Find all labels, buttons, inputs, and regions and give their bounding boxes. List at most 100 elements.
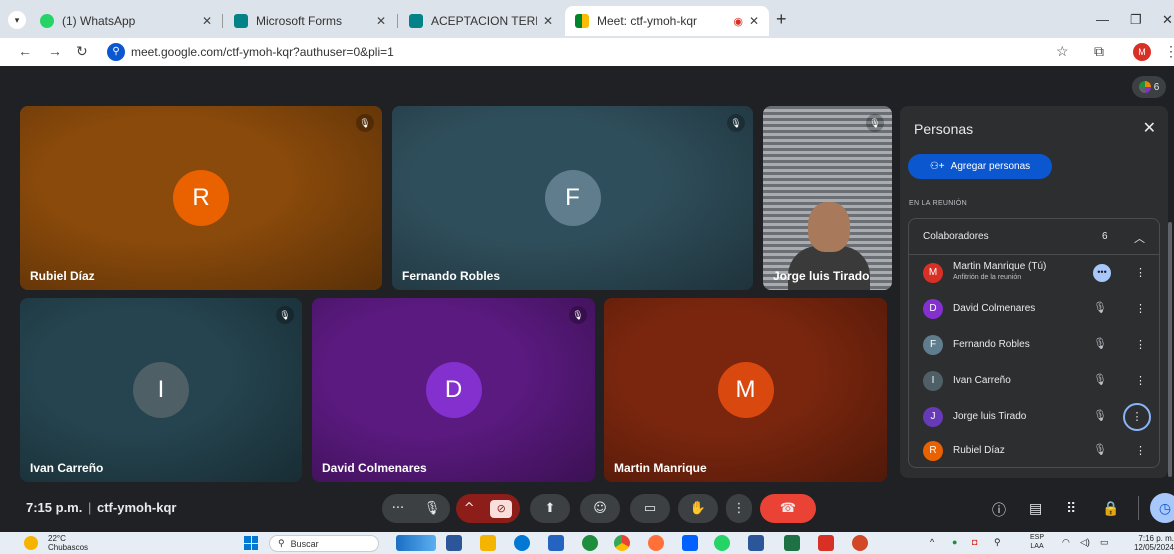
taskbar-search[interactable]: ⚲ Buscar — [269, 535, 379, 552]
reactions-button[interactable]: ☺ — [580, 494, 620, 523]
more-options-button[interactable]: ⋮ — [726, 494, 752, 523]
store-icon[interactable] — [548, 535, 564, 551]
edge-icon[interactable] — [514, 535, 530, 551]
activities-icon[interactable]: ⠿ — [1066, 500, 1076, 517]
chevron-up-icon[interactable]: ^ — [464, 501, 475, 516]
whatsapp-taskbar-icon[interactable] — [714, 535, 730, 551]
participant-avatar: I — [133, 362, 189, 418]
restore-icon[interactable]: ❐ — [1130, 12, 1142, 28]
microphone-icon[interactable]: 🎙 — [424, 501, 441, 516]
weather-widget[interactable]: 22°C Chubascos — [48, 534, 88, 552]
profile-avatar[interactable]: M — [1133, 43, 1151, 61]
browser-menu-icon[interactable]: ⋮ — [1164, 43, 1174, 60]
video-tile-david-colmenares[interactable]: 🎙 D David Colmenares — [312, 298, 595, 482]
more-options-icon[interactable]: ⋮ — [1135, 266, 1146, 279]
add-people-label: Agregar personas — [950, 161, 1031, 172]
muted-mic-icon: 🎙 — [866, 114, 884, 132]
chrome-icon[interactable] — [614, 535, 630, 551]
task-view-icon[interactable] — [446, 535, 462, 551]
host-controls-icon[interactable]: 🔒 — [1102, 500, 1119, 517]
more-options-icon[interactable]: ⋮ — [1135, 374, 1146, 387]
tab-whatsapp[interactable]: (1) WhatsApp ✕ — [30, 6, 222, 36]
video-tile-martin-manrique[interactable]: M Martin Manrique — [604, 298, 887, 482]
panel-scrollbar[interactable] — [1168, 222, 1172, 477]
meeting-info-icon[interactable]: ⓘ — [992, 500, 1006, 520]
tab-divider — [397, 14, 398, 28]
participant-row[interactable]: D David Colmenares 🎙 ⋮ — [909, 291, 1159, 327]
camera-control[interactable]: ^ ⊘ — [456, 494, 520, 523]
participant-row[interactable]: M Martin Manrique (Tú) Anfitrión de la r… — [909, 255, 1159, 291]
back-arrow-icon[interactable]: ← — [18, 43, 32, 59]
excel-icon[interactable] — [784, 535, 800, 551]
tab-search-chevron-icon[interactable]: ▾ — [8, 11, 26, 29]
close-panel-icon[interactable]: ✕ — [1143, 118, 1156, 138]
present-screen-button[interactable]: ⬆ — [530, 494, 570, 523]
windows-start-icon[interactable] — [244, 536, 258, 550]
bookmark-star-icon[interactable]: ☆ — [1056, 43, 1069, 60]
reload-icon[interactable]: ↻ — [76, 43, 88, 60]
video-tile-ivan-carreno[interactable]: 🎙 I Ivan Carreño — [20, 298, 302, 482]
extensions-icon[interactable]: ⧉ — [1094, 43, 1104, 60]
close-window-icon[interactable]: ✕ — [1162, 12, 1173, 28]
video-tile-fernando-robles[interactable]: 🎙 F Fernando Robles — [392, 106, 753, 290]
acrobat-icon[interactable] — [818, 535, 834, 551]
minimize-icon[interactable]: — — [1096, 12, 1109, 27]
battery-icon[interactable]: ▭ — [1100, 537, 1109, 548]
more-audio-options-icon[interactable]: ··· — [392, 501, 404, 516]
close-tab-icon[interactable]: ✕ — [543, 14, 553, 28]
wifi-icon[interactable]: ◠ — [1062, 537, 1070, 548]
participant-row[interactable]: I Ivan Carreño 🎙 ⋮ — [909, 363, 1159, 399]
leave-call-button[interactable]: ☎ — [760, 494, 816, 523]
tab-aceptacion-terminos[interactable]: ACEPTACION TERMINOS Y CON ✕ — [399, 6, 563, 36]
participant-row[interactable]: F Fernando Robles 🎙 ⋮ — [909, 327, 1159, 363]
dropbox-icon[interactable] — [682, 535, 698, 551]
word-icon[interactable] — [748, 535, 764, 551]
camera-off-icon[interactable]: ⊘ — [490, 499, 513, 518]
tray-usb-icon[interactable]: ⚲ — [994, 537, 1001, 548]
file-explorer-icon[interactable] — [480, 535, 496, 551]
participant-row[interactable]: R Rubiel Díaz 🎙 ⋮ — [909, 433, 1159, 469]
captions-button[interactable]: ▭ — [630, 494, 670, 523]
tab-microsoft-forms[interactable]: Microsoft Forms ✕ — [224, 6, 396, 36]
close-tab-icon[interactable]: ✕ — [202, 14, 212, 28]
widgets-landscape-icon[interactable] — [396, 535, 436, 551]
participant-row[interactable]: J Jorge luis Tirado 🎙 ⋮ — [909, 399, 1159, 435]
tray-shield-icon[interactable]: ◘ — [972, 537, 977, 547]
tray-app-icon[interactable]: ● — [952, 537, 957, 547]
edge-dev-icon[interactable] — [582, 535, 598, 551]
new-tab-button[interactable]: + — [776, 10, 787, 28]
site-info-icon[interactable]: ⚲ — [107, 43, 125, 61]
more-options-icon[interactable]: ⋮ — [1135, 338, 1146, 351]
tab-google-meet[interactable]: Meet: ctf-ymoh-kqr ◉ ✕ — [565, 6, 769, 36]
input-language[interactable]: ESP LAA — [1030, 533, 1044, 551]
video-tile-rubiel-diaz[interactable]: 🎙 R Rubiel Díaz — [20, 106, 382, 290]
more-options-icon[interactable]: ⋮ — [1135, 302, 1146, 315]
address-bar-url[interactable]: meet.google.com/ctf-ymoh-kqr?authuser=0&… — [131, 45, 394, 59]
system-clock[interactable]: 7:16 p. m. 12/05/2024 — [1124, 534, 1174, 552]
more-actions-icon[interactable]: ••• — [1093, 264, 1111, 282]
powerpoint-icon[interactable] — [852, 535, 868, 551]
firefox-icon[interactable] — [648, 535, 664, 551]
muted-mic-icon: 🎙 — [569, 306, 587, 324]
add-people-button[interactable]: ⚇+ Agregar personas — [908, 154, 1052, 179]
more-options-icon[interactable]: ⋮ — [1123, 403, 1151, 431]
raise-hand-button[interactable]: ✋ — [678, 494, 718, 523]
microphone-control[interactable]: ··· 🎙 — [382, 494, 450, 523]
participants-badge[interactable]: 6 — [1132, 76, 1166, 98]
volume-icon[interactable]: ◁) — [1080, 537, 1090, 548]
muted-mic-icon: 🎙 — [1093, 410, 1107, 422]
timer-icon[interactable]: ◷ — [1150, 493, 1174, 523]
close-tab-icon[interactable]: ✕ — [749, 14, 759, 28]
weather-icon[interactable] — [24, 536, 38, 550]
show-hidden-icons-chevron-icon[interactable]: ^ — [930, 537, 934, 547]
chat-icon[interactable]: ▤ — [1029, 500, 1042, 517]
participant-avatar: M — [923, 263, 943, 283]
chevron-up-icon[interactable]: ︿ — [1134, 230, 1145, 246]
video-tile-jorge-luis-tirado[interactable]: 🎙 Jorge luis Tirado — [763, 106, 892, 290]
more-options-icon[interactable]: ⋮ — [1135, 444, 1146, 457]
participant-name: Fernando Robles — [402, 269, 501, 283]
forward-arrow-icon[interactable]: → — [48, 43, 62, 59]
contributors-header[interactable]: Colaboradores 6 ︿ — [909, 219, 1159, 255]
close-tab-icon[interactable]: ✕ — [376, 14, 386, 28]
meet-stage: 6 🎙 R Rubiel Díaz 🎙 F Fernando Robles 🎙 … — [0, 66, 1174, 532]
